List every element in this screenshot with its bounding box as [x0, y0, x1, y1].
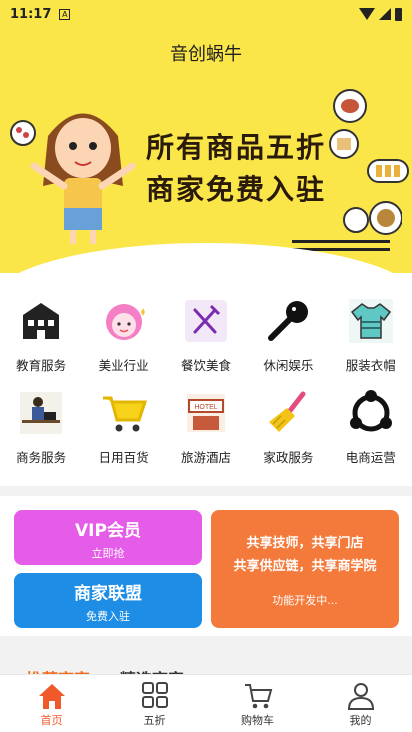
signal-icon [379, 8, 391, 20]
beauty-face-icon [100, 297, 148, 345]
category-daily-goods[interactable]: 日用百货 [85, 389, 163, 481]
carousel-dot[interactable] [192, 253, 200, 261]
page-title: 音创蜗牛 [170, 44, 242, 65]
broom-icon [264, 389, 312, 437]
merchant-section-tabs: 推荐商家 精选商家 [0, 646, 412, 676]
category-business[interactable]: 商务服务 [2, 389, 80, 481]
svg-text:HOTEL: HOTEL [194, 404, 217, 411]
category-ecommerce[interactable]: 电商运营 [332, 389, 410, 481]
battery-icon [395, 7, 402, 21]
status-bar: 11:17 A [0, 0, 412, 28]
home-icon [38, 684, 65, 709]
category-beauty[interactable]: 美业行业 [85, 297, 163, 389]
category-clothing[interactable]: 服装衣帽 [332, 297, 410, 389]
nav-profile[interactable]: 我的 [309, 675, 412, 732]
category-housekeeping[interactable]: 家政服务 [249, 389, 327, 481]
food-decoration [343, 201, 402, 235]
banner-headline-2: 商家免费入驻 [146, 173, 327, 206]
school-building-icon [17, 297, 65, 345]
banner-headline-1: 所有商品五折 [146, 131, 327, 164]
nav-home[interactable]: 首页 [0, 675, 103, 732]
cartoon-girl-illustration [30, 113, 136, 244]
microphone-icon [264, 297, 312, 345]
shopping-cart-icon [100, 389, 148, 437]
food-decoration [333, 89, 367, 123]
office-worker-icon [17, 389, 65, 437]
sim-icon: A [59, 8, 71, 20]
category-food[interactable]: 餐饮美食 [167, 297, 245, 389]
sharing-feature-card[interactable]: 共享技师，共享门店 共享供应链，共享商学院 功能开发中... [211, 510, 399, 628]
merchant-alliance-card[interactable]: 商家联盟 免费入驻 [14, 573, 202, 628]
carousel-dot[interactable] [208, 253, 216, 261]
tshirt-icon [347, 297, 395, 345]
grid-icon [141, 682, 168, 708]
carousel-dots [192, 253, 216, 261]
category-education[interactable]: 教育服务 [2, 297, 80, 389]
food-decoration [10, 120, 36, 146]
promo-banner[interactable]: 音创蜗牛 所有商品五折 商家免费入驻 [0, 28, 412, 273]
hotel-sign-icon: HOTEL [182, 389, 230, 437]
status-time: 11:17 [10, 6, 52, 22]
cart-icon [244, 684, 272, 709]
category-grid: 教育服务 美业行业 餐饮美食 休闲娱乐 服装衣帽 商务服务 日用百货 HOTEL… [0, 273, 412, 486]
category-travel-hotel[interactable]: HOTEL 旅游酒店 [167, 389, 245, 481]
vip-membership-card[interactable]: VIP会员 立即抢 [14, 510, 202, 565]
network-icon [347, 389, 395, 437]
promo-section: VIP会员 立即抢 商家联盟 免费入驻 共享技师，共享门店 共享供应链，共享商学… [0, 496, 412, 636]
food-decoration [329, 129, 359, 159]
nav-half-price[interactable]: 五折 [103, 675, 206, 732]
category-leisure[interactable]: 休闲娱乐 [249, 297, 327, 389]
food-decoration [367, 159, 409, 183]
fork-knife-icon [182, 297, 230, 345]
wifi-icon [359, 8, 375, 20]
nav-cart[interactable]: 购物车 [206, 675, 309, 732]
user-icon [347, 683, 374, 710]
bottom-nav: 首页 五折 购物车 我的 [0, 674, 412, 732]
